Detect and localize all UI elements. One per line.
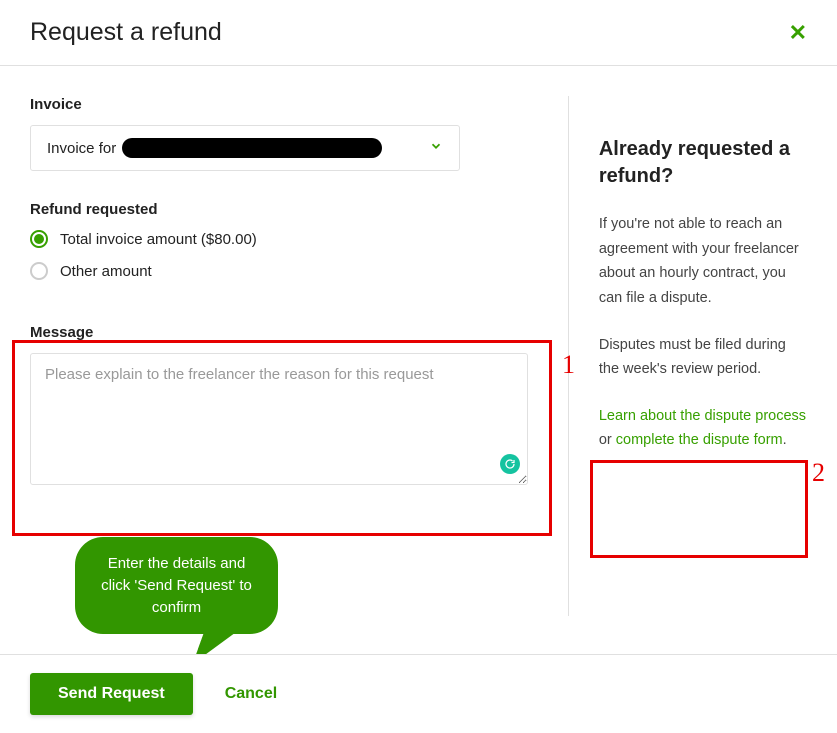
send-request-button[interactable]: Send Request	[30, 673, 193, 715]
sidebar-heading: Already requested a refund?	[599, 136, 807, 190]
sidebar-para-2: Disputes must be filed during the week's…	[599, 333, 807, 382]
refund-radio-group: Total invoice amount ($80.00) Other amou…	[30, 230, 548, 280]
chevron-down-icon	[429, 139, 443, 158]
invoice-select[interactable]: Invoice for	[30, 125, 460, 171]
radio-label: Other amount	[60, 263, 152, 280]
link-dispute-form[interactable]: complete the dispute form	[616, 432, 783, 448]
radio-label: Total invoice amount ($80.00)	[60, 231, 257, 248]
sidebar-links: Learn about the dispute process or compl…	[599, 404, 807, 453]
cancel-button[interactable]: Cancel	[225, 685, 277, 703]
message-input[interactable]	[30, 353, 528, 485]
modal-header: Request a refund ✕	[0, 0, 837, 66]
invoice-redacted	[122, 138, 382, 158]
sidebar-para-1: If you're not able to reach an agreement…	[599, 212, 807, 311]
grammarly-icon[interactable]	[500, 454, 520, 474]
sidebar: Already requested a refund? If you're no…	[568, 96, 807, 616]
message-label: Message	[30, 324, 548, 341]
close-icon[interactable]: ✕	[789, 22, 807, 44]
link-sep: or	[599, 432, 616, 448]
radio-icon	[30, 262, 48, 280]
modal-footer: Send Request Cancel	[0, 654, 837, 733]
callout-number-1: 1	[562, 350, 575, 380]
invoice-prefix: Invoice for	[47, 140, 116, 157]
radio-other-amount[interactable]: Other amount	[30, 262, 548, 280]
link-end: .	[783, 432, 787, 448]
radio-icon	[30, 230, 48, 248]
link-dispute-process[interactable]: Learn about the dispute process	[599, 408, 806, 424]
page-title: Request a refund	[30, 18, 222, 47]
invoice-label: Invoice	[30, 96, 548, 113]
refund-label: Refund requested	[30, 201, 548, 218]
instruction-bubble: Enter the details and click 'Send Reques…	[75, 537, 278, 634]
radio-total-amount[interactable]: Total invoice amount ($80.00)	[30, 230, 548, 248]
callout-number-2: 2	[812, 458, 825, 488]
